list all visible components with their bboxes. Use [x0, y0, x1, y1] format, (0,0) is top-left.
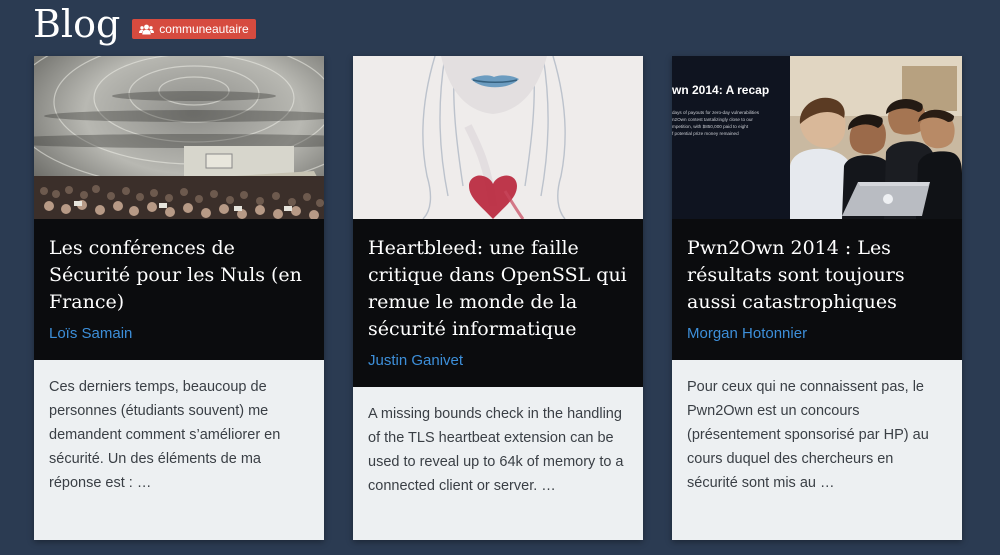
page-title: Blog [33, 2, 121, 46]
thumb-slide-line: f potential prize money remained [672, 131, 739, 136]
post-excerpt: A missing bounds check in the handling o… [368, 406, 624, 494]
post-thumbnail[interactable]: wn 2014: A recap days of payouts for zer… [672, 56, 962, 219]
blog-header: Blog communeautaire [33, 0, 256, 48]
category-badge-label: communeautaire [159, 22, 249, 36]
post-card-header: Les conférences de Sécurité pour les Nul… [34, 219, 324, 360]
thumb-slide-heading: wn 2014: A recap [672, 83, 769, 97]
post-author[interactable]: Loïs Samain [49, 324, 132, 344]
category-badge[interactable]: communeautaire [132, 19, 256, 39]
post-excerpt: Ces derniers temps, beaucoup de personne… [49, 379, 281, 491]
post-author[interactable]: Justin Ganivet [368, 351, 463, 371]
post-card-header: Pwn2Own 2014 : Les résultats sont toujou… [672, 219, 962, 360]
post-title[interactable]: Pwn2Own 2014 : Les résultats sont toujou… [687, 235, 947, 316]
post-title[interactable]: Les conférences de Sécurité pour les Nul… [49, 235, 309, 316]
post-card[interactable]: wn 2014: A recap days of payouts for zer… [672, 56, 962, 540]
users-icon [139, 24, 155, 35]
post-card[interactable]: Les conférences de Sécurité pour les Nul… [34, 56, 324, 540]
thumb-slide-line: days of payouts for zero-day vulnerabili… [672, 110, 760, 115]
post-thumbnail[interactable] [34, 56, 324, 219]
thumb-slide-line: n2Own contest tantalizingly close to our [672, 117, 753, 122]
thumb-slide-line: mpetition, with $850,000 paid to eight [672, 124, 749, 129]
post-excerpt: Pour ceux qui ne connaissent pas, le Pwn… [687, 379, 929, 491]
post-thumbnail[interactable] [353, 56, 643, 219]
post-card[interactable]: Heartbleed: une faille critique dans Ope… [353, 56, 643, 540]
post-title[interactable]: Heartbleed: une faille critique dans Ope… [368, 235, 628, 343]
post-card-header: Heartbleed: une faille critique dans Ope… [353, 219, 643, 387]
post-author[interactable]: Morgan Hotonnier [687, 324, 807, 344]
